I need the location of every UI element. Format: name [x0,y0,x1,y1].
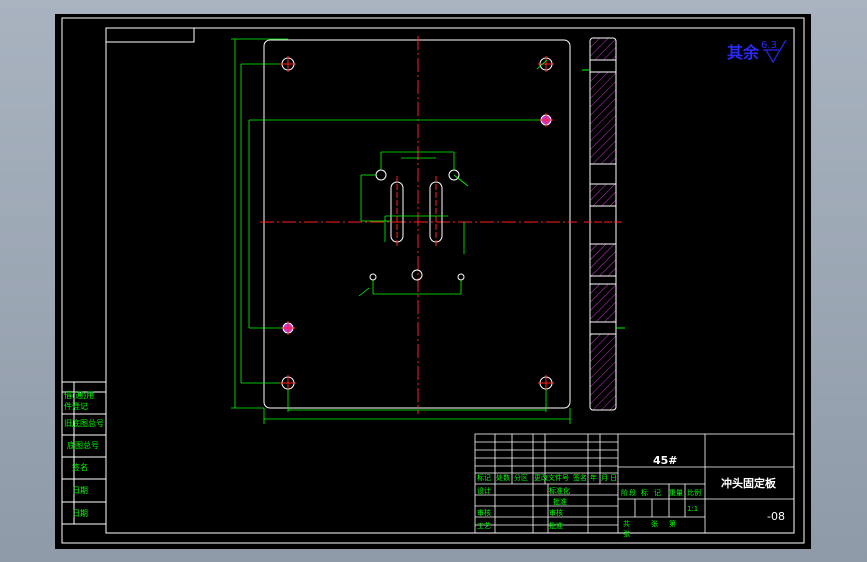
stamp-row-4: 签名 [72,462,88,472]
outer-border [61,17,805,544]
code-box [105,27,195,43]
std-label-1: 批准 [553,497,567,506]
corner-hole-bl [280,375,296,391]
plate-outline [263,39,571,409]
stamp-row-0: 借(通)用 [64,390,94,400]
stamp-row-3: 底图总号 [67,440,99,450]
stamp-row-2: 旧底图总号 [64,418,104,428]
std-label-0: 标准化 [549,486,570,495]
hdr-label-3: 更改文件号 [534,473,569,482]
dimension-lines [231,38,571,424]
cad-viewport[interactable]: 借(通)用 件登记 旧底图总号 底图总号 签名 日期 日期 其余 6.3 标记 … [55,14,811,549]
hdr-label-7: 日 [610,474,617,482]
small-holes [369,169,465,281]
roughness-note: 其余 6.3 [727,39,787,64]
hdr-label-0: 标记 [477,473,491,482]
stamp-row-5: 日期 [72,486,88,495]
corner-hole-tr [538,56,554,72]
sheet-label-3: 张 [623,529,630,538]
stage-label-3: 记 [654,489,661,497]
inner-border [105,27,795,534]
material-text: 45# [653,454,678,467]
hdr-label-2: 分区 [514,473,528,482]
stage-label-4: 重量 [669,489,683,497]
std-label-3: 批准 [549,521,563,530]
part-name-text: 冲头固定板 [721,476,777,490]
surface-note-text: 其余 [727,43,760,62]
std-label-2: 审核 [549,508,563,517]
role-label-0: 设计 [477,486,491,495]
roughness-value: 6.3 [761,40,777,51]
drawing-number-text: -08 [767,510,785,523]
corner-hole-br [538,375,554,391]
role-label-1: 审核 [477,508,491,517]
title-block-text: 标记 处数 分区 更改文件号 签名 年 月 日 设计 审核 工艺 标准化 批准 … [477,473,701,538]
stage-label-2: 标 [641,488,648,497]
stamp-row-1: 件登记 [64,401,88,411]
hdr-label-6: 月 [601,474,608,482]
sheet-label-1: 张 [651,519,658,528]
sheet-label-0: 共 [623,519,630,528]
scale-value: 1:1 [687,505,698,513]
role-label-2: 工艺 [477,522,491,530]
punch-slots [390,176,443,248]
section-view [582,37,625,411]
hdr-label-5: 年 [590,473,597,482]
hdr-label-4: 签名 [573,473,587,482]
stage-label-5: 比例 [687,488,701,497]
pin-hole-right [539,113,553,127]
left-stamp: 借(通)用 件登记 旧底图总号 底图总号 签名 日期 日期 [61,381,107,525]
stage-label-1: 段 [629,488,636,497]
stage-label-0: 阶 [621,488,628,497]
drawing-canvas: 借(通)用 件登记 旧底图总号 底图总号 签名 日期 日期 其余 6.3 标记 … [61,17,805,544]
pin-hole-left [281,321,295,335]
stamp-row-6: 日期 [72,509,88,518]
corner-hole-tl [280,56,296,72]
hdr-label-1: 处数 [496,473,510,482]
sheet-label-2: 第 [669,519,676,528]
